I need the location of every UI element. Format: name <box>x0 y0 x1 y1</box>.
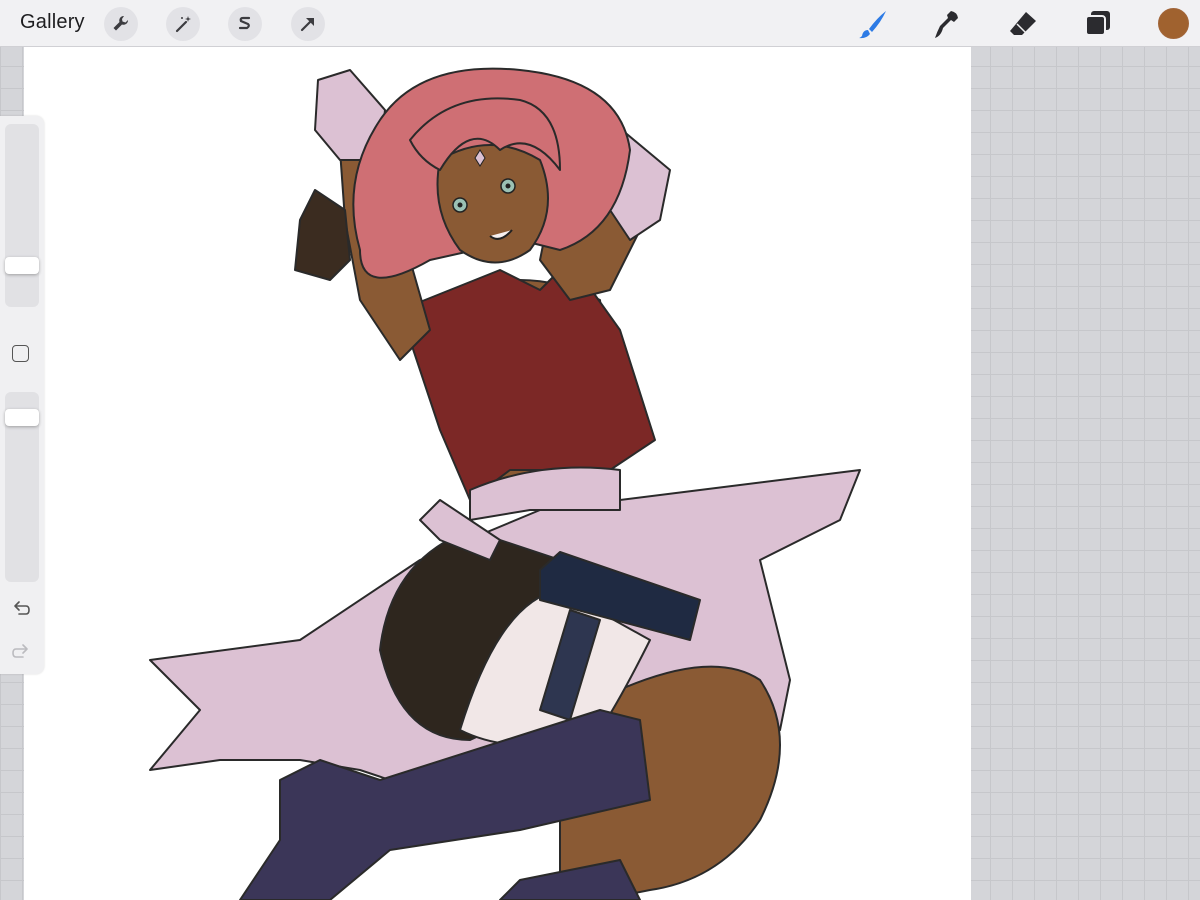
brush-size-slider-thumb[interactable] <box>5 257 39 274</box>
transform-arrow-icon <box>300 18 314 32</box>
redo-button[interactable] <box>10 642 32 664</box>
layers-icon <box>1085 11 1110 36</box>
magic-wand-icon <box>175 16 191 33</box>
opacity-slider-thumb[interactable] <box>5 409 39 426</box>
left-sidebar <box>0 116 44 674</box>
color-picker-button[interactable] <box>1158 8 1189 39</box>
eraser-icon <box>1010 12 1036 35</box>
drawing-canvas[interactable] <box>24 47 971 900</box>
brush-icon <box>859 11 886 39</box>
undo-button[interactable] <box>10 599 32 621</box>
adjustments-button[interactable] <box>166 7 200 41</box>
top-toolbar: Gallery <box>0 0 1200 47</box>
opacity-slider[interactable] <box>5 392 39 582</box>
gallery-button[interactable]: Gallery <box>20 11 85 34</box>
smudge-icon <box>935 11 958 38</box>
actions-button[interactable] <box>104 7 138 41</box>
modify-button[interactable] <box>12 345 29 362</box>
smudge-tool-button[interactable] <box>930 7 964 41</box>
transform-button[interactable] <box>291 7 325 41</box>
brush-tool-button[interactable] <box>856 7 890 41</box>
artwork-illustration <box>149 67 861 900</box>
brush-size-slider[interactable] <box>5 124 39 307</box>
selection-button[interactable] <box>228 7 262 41</box>
selection-icon <box>238 16 251 30</box>
undo-arrow-icon <box>14 601 30 615</box>
eraser-tool-button[interactable] <box>1006 7 1040 41</box>
layers-button[interactable] <box>1081 7 1115 41</box>
redo-arrow-icon <box>12 644 28 658</box>
wrench-icon <box>113 15 129 31</box>
